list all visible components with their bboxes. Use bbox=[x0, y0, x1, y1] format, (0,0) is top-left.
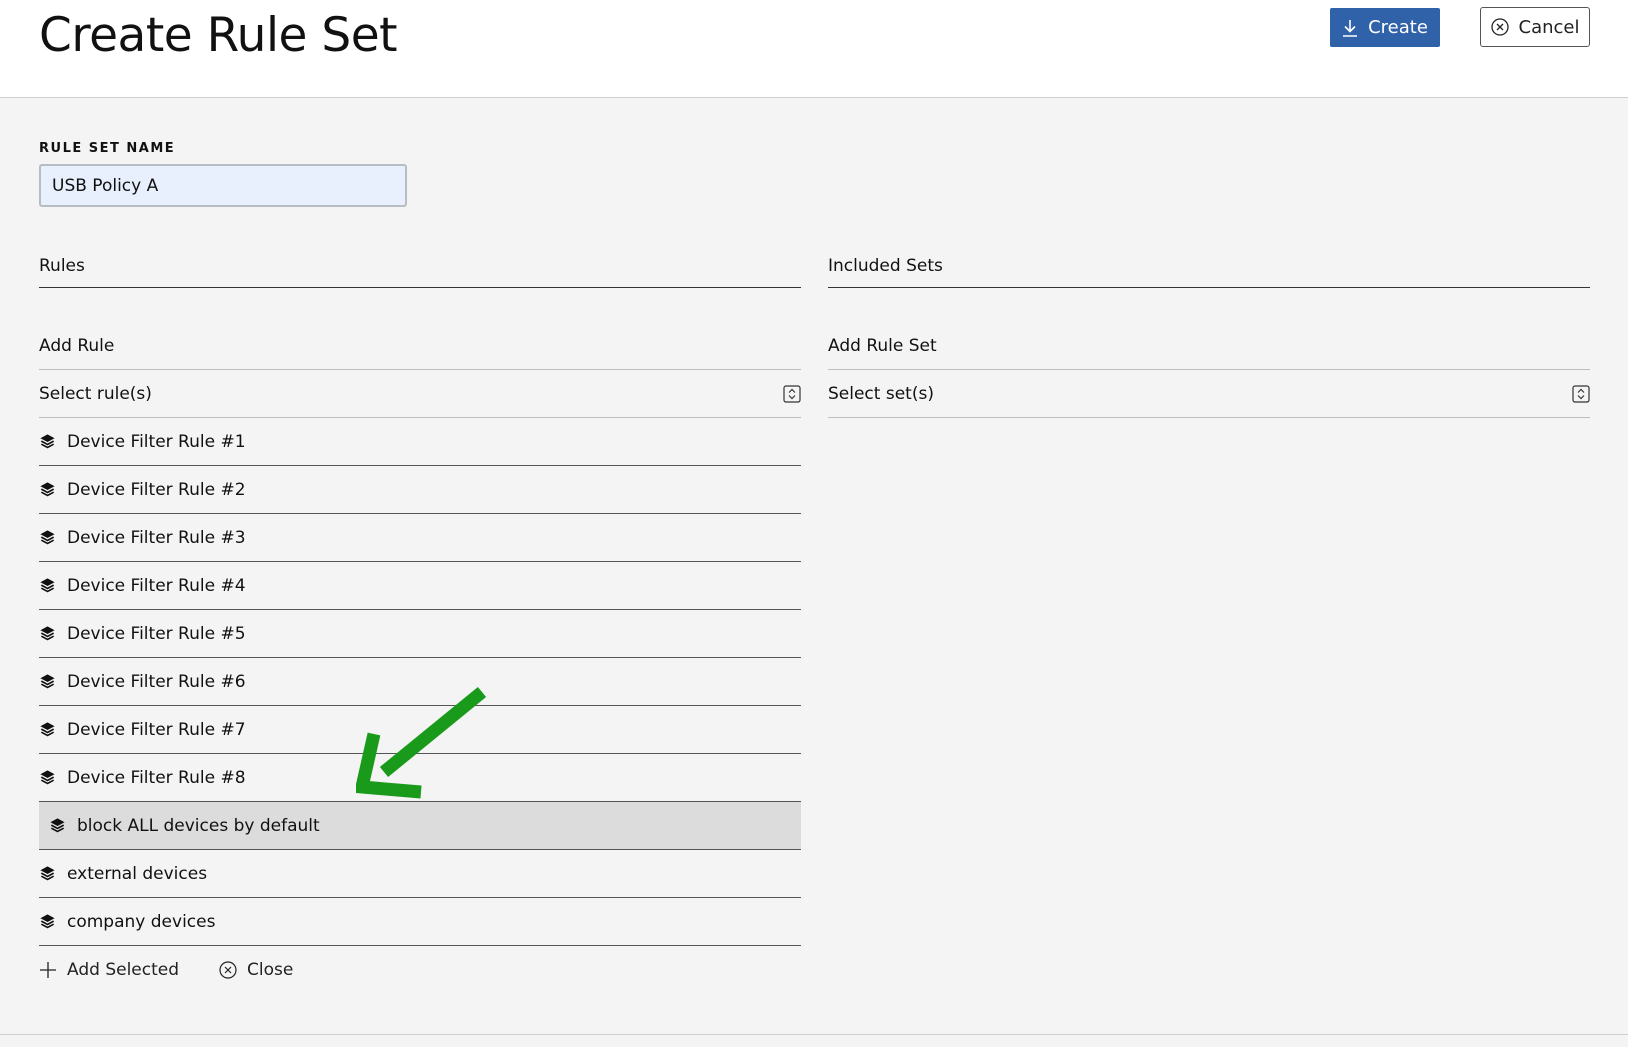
download-icon bbox=[1343, 19, 1358, 37]
rule-option-label: external devices bbox=[67, 863, 208, 884]
close-circle-icon bbox=[1490, 18, 1509, 36]
select-sets-placeholder: Select set(s) bbox=[828, 383, 934, 404]
add-rule-set-heading: Add Rule Set bbox=[828, 330, 1590, 370]
close-button[interactable]: Close bbox=[219, 960, 293, 980]
rule-option-label: Device Filter Rule #2 bbox=[67, 479, 246, 500]
page-header: Create Rule Set Create Cancel bbox=[0, 0, 1628, 98]
add-selected-label: Add Selected bbox=[67, 960, 180, 980]
layers-icon bbox=[40, 722, 55, 737]
add-selected-button[interactable]: Add Selected bbox=[39, 960, 179, 980]
layers-icon bbox=[40, 626, 55, 641]
rule-option[interactable]: Device Filter Rule #4 bbox=[39, 562, 801, 610]
layers-icon bbox=[40, 530, 55, 545]
cancel-button[interactable]: Cancel bbox=[1480, 7, 1590, 47]
green-arrow-annotation bbox=[356, 686, 487, 799]
included-sets-column: Included Sets Add Rule Set Select set(s) bbox=[828, 250, 1590, 418]
select-rules-placeholder: Select rule(s) bbox=[39, 383, 152, 404]
rule-option-label: Device Filter Rule #8 bbox=[67, 767, 246, 788]
rules-column: Rules Add Rule Select rule(s) Device Fil… bbox=[39, 250, 801, 980]
rule-option[interactable]: company devices bbox=[39, 898, 801, 946]
layers-icon bbox=[40, 674, 55, 689]
cancel-button-label: Cancel bbox=[1518, 16, 1580, 38]
rules-heading: Rules bbox=[39, 250, 801, 288]
layers-icon bbox=[40, 866, 55, 881]
rule-option-label: Device Filter Rule #5 bbox=[67, 623, 246, 644]
rule-option[interactable]: external devices bbox=[39, 850, 801, 898]
included-sets-heading: Included Sets bbox=[828, 250, 1590, 288]
create-button-label: Create bbox=[1368, 17, 1428, 38]
select-sets-dropdown[interactable]: Select set(s) bbox=[828, 370, 1590, 418]
rule-options-list: Device Filter Rule #1 Device Filter Rule … bbox=[39, 418, 801, 946]
rule-option[interactable]: Device Filter Rule #1 bbox=[39, 418, 801, 466]
layers-icon bbox=[40, 578, 55, 593]
close-label: Close bbox=[247, 960, 294, 980]
rule-option-label: block ALL devices by default bbox=[77, 815, 320, 836]
rule-actions: Add Selected Close bbox=[39, 960, 801, 980]
add-rule-heading: Add Rule bbox=[39, 330, 801, 370]
select-rules-dropdown[interactable]: Select rule(s) bbox=[39, 370, 801, 418]
chevron-up-down-icon bbox=[1572, 384, 1590, 403]
rule-option-label: Device Filter Rule #1 bbox=[67, 431, 246, 452]
plus-icon bbox=[40, 962, 56, 978]
rule-option-label: Device Filter Rule #7 bbox=[67, 719, 246, 740]
layers-icon bbox=[50, 818, 65, 833]
rule-set-name-label: RULE SET NAME bbox=[39, 141, 176, 156]
rule-option[interactable]: Device Filter Rule #3 bbox=[39, 514, 801, 562]
rule-option[interactable]: Device Filter Rule #2 bbox=[39, 466, 801, 514]
chevron-up-down-icon bbox=[783, 384, 801, 403]
layers-icon bbox=[40, 770, 55, 785]
close-circle-icon bbox=[219, 961, 237, 979]
rule-option-label: Device Filter Rule #3 bbox=[67, 527, 246, 548]
rule-option[interactable]: Device Filter Rule #5 bbox=[39, 610, 801, 658]
rule-option-label: Device Filter Rule #4 bbox=[67, 575, 246, 596]
footer-divider bbox=[0, 1034, 1628, 1035]
page-title: Create Rule Set bbox=[39, 8, 398, 63]
rule-option-label: company devices bbox=[67, 911, 216, 932]
layers-icon bbox=[40, 914, 55, 929]
create-button[interactable]: Create bbox=[1330, 8, 1440, 47]
layers-icon bbox=[40, 434, 55, 449]
rule-option[interactable]: block ALL devices by default bbox=[39, 802, 801, 850]
rule-option-label: Device Filter Rule #6 bbox=[67, 671, 246, 692]
rule-set-name-input[interactable] bbox=[39, 164, 407, 207]
layers-icon bbox=[40, 482, 55, 497]
